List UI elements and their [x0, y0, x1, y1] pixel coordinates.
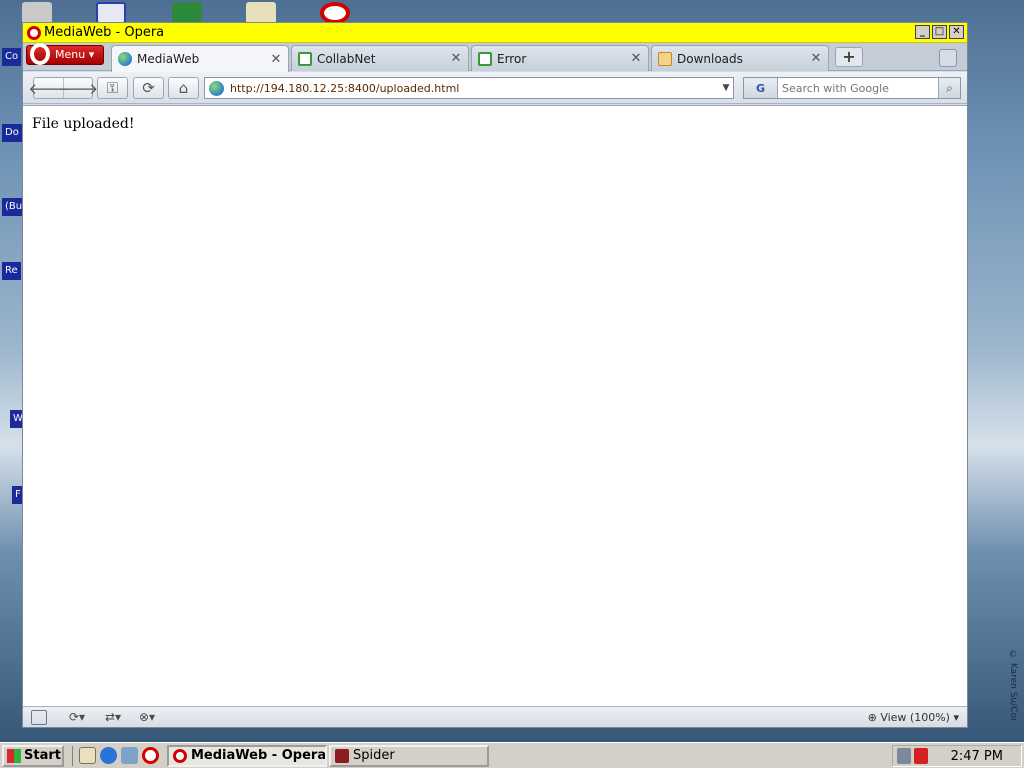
url-input[interactable] — [230, 81, 719, 95]
address-dropdown-icon[interactable]: ▼ — [719, 83, 733, 93]
system-tray: 2:47 PM — [892, 745, 1022, 767]
wallpaper-credit: © Karen Su/Corbis — [1008, 650, 1018, 720]
spider-icon — [335, 748, 349, 763]
page-content: File uploaded! — [23, 105, 967, 706]
taskbar-item-spider[interactable]: Spider — [329, 744, 489, 767]
navigation-toolbar: 🡐 🡒 ⚿ ⟳ ⌂ ▼ G ⌕ — [23, 72, 967, 104]
home-group: ⌂ — [168, 77, 199, 99]
quick-launch — [72, 745, 159, 766]
task-label: MediaWeb - Opera — [191, 748, 327, 763]
forward-button[interactable]: 🡒 — [58, 78, 98, 98]
turbo-share-icon[interactable]: ⇄▾ — [105, 710, 121, 725]
window-title: MediaWeb - Opera — [44, 25, 165, 40]
tray-security-icon[interactable] — [914, 748, 928, 764]
desktop-icon-label[interactable]: Re — [2, 262, 21, 280]
desktop-opera-icon[interactable] — [320, 2, 350, 24]
status-bar: ⟳▾ ⇄▾ ⊗▾ ⊕ View (100%) ▾ — [23, 706, 967, 727]
tab-label: Downloads — [677, 51, 743, 66]
quick-launch-ie-icon[interactable] — [100, 747, 117, 764]
quick-launch-network-icon[interactable] — [121, 747, 138, 764]
clock[interactable]: 2:47 PM — [951, 749, 1003, 764]
search-engine-icon[interactable]: G — [744, 78, 778, 98]
tab-close-icon[interactable]: ✕ — [268, 52, 284, 67]
opera-o-icon — [30, 43, 50, 65]
tab-mediaweb[interactable]: MediaWeb ✕ — [111, 45, 289, 72]
tab-label: CollabNet — [317, 51, 376, 66]
tab-error[interactable]: Error ✕ — [471, 45, 649, 71]
browser-window: MediaWeb - Opera _ □ ✕ Menu ▾ MediaWeb ✕… — [22, 22, 968, 728]
windows-logo-icon — [7, 748, 21, 763]
desktop-icon-label[interactable]: Co — [2, 48, 22, 66]
desktop-excel-icon[interactable] — [172, 2, 202, 24]
history-buttons: 🡐 🡒 — [28, 77, 98, 99]
reload-group: ⟳ — [133, 77, 164, 99]
opera-unite-sync-icon[interactable]: ⟳▾ — [69, 710, 85, 725]
zoom-label: View (100%) — [880, 711, 950, 724]
tab-close-icon[interactable]: ✕ — [628, 51, 644, 66]
upload-status-text: File uploaded! — [32, 116, 135, 132]
tab-close-icon[interactable]: ✕ — [448, 51, 464, 66]
zoom-icon: ⊕ — [867, 711, 877, 724]
widgets-icon[interactable]: ⊗▾ — [139, 710, 155, 725]
tab-downloads[interactable]: Downloads ✕ — [651, 45, 829, 71]
wand-key-button[interactable]: ⚿ — [98, 78, 127, 98]
tab-label: MediaWeb — [137, 52, 200, 66]
desktop-icon-label[interactable]: Do — [2, 124, 22, 142]
tab-collabnet[interactable]: CollabNet ✕ — [291, 45, 469, 71]
desktop-clock-icon[interactable] — [246, 2, 276, 24]
minimize-button[interactable]: _ — [915, 25, 930, 39]
window-controls: _ □ ✕ — [915, 25, 964, 39]
tab-close-icon[interactable]: ✕ — [808, 51, 824, 66]
desktop-app-icon[interactable] — [22, 2, 52, 24]
task-label: Spider — [353, 748, 395, 763]
quick-launch-edit-icon[interactable] — [79, 747, 96, 764]
tray-network-icon[interactable] — [897, 748, 911, 764]
taskbar: Start MediaWeb - Opera Spider 2:47 PM — [0, 742, 1024, 768]
maximize-button[interactable]: □ — [932, 25, 947, 39]
tab-label: Error — [497, 51, 527, 66]
page-icon — [298, 51, 312, 66]
start-label: Start — [24, 748, 61, 763]
wand-group: ⚿ — [97, 77, 128, 99]
opera-menu-button[interactable]: Menu ▾ — [26, 43, 104, 65]
opera-icon — [173, 748, 187, 763]
zoom-dropdown-icon: ▾ — [953, 711, 959, 724]
home-button[interactable]: ⌂ — [169, 78, 198, 98]
new-tab-button[interactable]: + — [835, 47, 863, 67]
page-icon — [478, 51, 492, 66]
zoom-control[interactable]: ⊕ View (100%) ▾ — [868, 710, 959, 725]
address-bar: ▼ — [204, 77, 734, 99]
search-go-icon[interactable]: ⌕ — [938, 78, 960, 98]
close-button[interactable]: ✕ — [949, 25, 964, 39]
tray-icons — [897, 748, 928, 764]
tab-strip: Menu ▾ MediaWeb ✕ CollabNet ✕ Error ✕ Do… — [23, 43, 967, 72]
quick-launch-opera-icon[interactable] — [142, 747, 159, 764]
opera-logo-icon — [27, 25, 41, 40]
download-icon — [658, 51, 672, 66]
reload-button[interactable]: ⟳ — [134, 78, 163, 98]
desktop-mail-icon[interactable] — [96, 2, 126, 24]
globe-icon — [118, 52, 132, 66]
title-bar[interactable]: MediaWeb - Opera _ □ ✕ — [23, 23, 967, 43]
panel-toggle-icon[interactable] — [31, 710, 47, 725]
search-input[interactable] — [778, 81, 938, 95]
menu-label: Menu — [55, 48, 86, 61]
start-button[interactable]: Start — [2, 744, 64, 767]
trash-can-icon[interactable] — [939, 49, 957, 67]
site-globe-icon — [209, 80, 224, 96]
taskbar-item-mediaweb[interactable]: MediaWeb - Opera — [167, 744, 327, 767]
search-bar: G ⌕ — [743, 77, 961, 99]
